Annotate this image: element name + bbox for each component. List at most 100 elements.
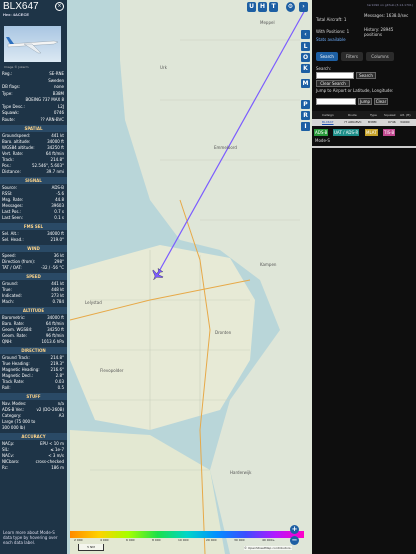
info-value: B38M [52,90,64,96]
side-button-l[interactable]: L [301,42,310,51]
info-row: Squawk: 0746 [2,110,64,116]
info-row: DB flags: none [2,84,64,90]
settings-icon[interactable]: ⚙ [286,2,295,12]
jump-input[interactable] [316,98,356,105]
legend-tick: 30 000 [234,538,245,542]
search-button[interactable]: Search [356,72,376,79]
aircraft-details-panel: BLX647 Hex: 4ACECE × Image © Jokerm Reg.… [0,0,67,554]
callsign: BLX647 [3,1,39,12]
info-value: BOEING 737 MAX 8 [25,97,64,102]
right-panel: tar1090 on github (3.14.1701) Total Airc… [312,0,416,554]
column-header[interactable]: Route [348,112,357,118]
detail-value: 186 m [51,465,64,470]
map-attribution[interactable]: © OpenStreetMap contributors. [244,546,292,550]
detail-row: Mach: 0.784 [2,299,64,305]
side-button-i[interactable]: I [301,122,310,131]
column-header[interactable]: Callsign [322,112,334,118]
place-label: Lelystad [85,300,102,305]
map-button-u[interactable]: U [247,2,256,12]
tab-filters[interactable]: Filters [341,52,363,61]
side-button-k[interactable]: K [301,64,310,73]
stats-link[interactable]: Stats available [316,37,346,42]
section-header-direction[interactable]: DIRECTION [0,347,67,354]
side-button-p[interactable]: P [301,100,310,109]
version-link[interactable]: tar1090 on github (3.14.1701) [367,3,413,7]
place-label: Emmeloord [214,145,237,150]
section-header-wind[interactable]: WIND [0,245,67,252]
panel-toggle-icon[interactable]: › [299,2,308,12]
history-count: History: 28945 positions [364,27,394,37]
info-value: L2J [58,103,64,109]
table-cell[interactable]: BLX647 [322,119,334,125]
detail-value: -32 / -56 °C [40,265,64,270]
detail-row: Roll: 0.5 [2,385,64,391]
column-header[interactable]: Squawk [384,112,396,118]
zoom-in-button[interactable]: + [290,525,299,534]
side-button-l[interactable]: ‹ [301,30,310,39]
hex-code: Hex: 4ACECE [3,12,30,17]
legend-tick: 2 000 [74,538,83,542]
zoom-out-button[interactable]: − [290,536,299,545]
table-cell: ?? ARN-BVC [344,120,362,124]
map-button-h[interactable]: H [258,2,267,12]
info-value: ?? ARN-BVC [40,116,64,122]
detail-value: 0.784 [52,299,64,304]
help-footnote: Learn more about Mode-S data type by hov… [3,530,58,545]
clear-button[interactable]: Clear [374,98,388,105]
detail-value: 1013.6 hPa [41,339,65,344]
tab-search[interactable]: Search [316,52,338,61]
column-header[interactable]: Alt. (ft) [400,112,411,118]
detail-key: Distance: [2,169,21,174]
section-header-fms[interactable]: FMS SEL [0,223,67,230]
section-header-signal[interactable]: SIGNAL [0,177,67,184]
place-label: Urk [160,65,167,70]
info-value: 0746 [53,110,64,115]
legend-tick: 6 000 [126,538,135,542]
source-badge-tisb: TIS-B [383,129,396,136]
detail-value: 39.7 nmi [46,169,64,174]
detail-row: 300 000 lb) [2,425,64,431]
aircraft-photo[interactable] [4,26,61,62]
clear-search-button[interactable]: Clear Search [316,80,350,87]
jump-button[interactable]: Jump [358,98,372,105]
messages-rate: Messages: 1638.0/sec [364,13,409,18]
mode-s-label: Mode-S [315,138,330,143]
detail-key: Last Seen: [2,215,23,220]
info-key: Squawk: [2,110,19,115]
info-value: Sweden [48,77,64,83]
column-header[interactable]: Type [370,112,377,118]
info-key: Type: [2,90,13,96]
detail-key: 300 000 lb) [2,425,26,430]
info-row: Type Desc.: L2J [2,104,64,110]
info-key: Type Desc.: [2,103,25,109]
place-label: Dronten [215,330,232,335]
section-header-speed[interactable]: SPEED [0,273,67,280]
detail-row: Sel. Head.: 219.0° [2,237,64,243]
side-button-o[interactable]: O [301,53,310,62]
side-button-r[interactable]: R [301,111,310,120]
detail-row: Last Seen: 0.1 s [2,215,64,221]
place-label: Harderwijk [230,470,252,475]
close-icon[interactable]: × [55,2,64,11]
photo-credit[interactable]: Image © Jokerm [4,65,29,69]
detail-key: QNH: [2,339,13,344]
detail-value: 0.5 [57,385,64,390]
place-label: Meppel [260,20,275,25]
total-aircraft: Total Aircraft: 1 [316,17,347,22]
tab-columns[interactable]: Columns [366,52,394,61]
map-button-t[interactable]: T [269,2,278,12]
detail-value: 0.1 s [54,215,64,220]
search-input[interactable] [316,72,354,79]
section-header-stuff[interactable]: STUFF [0,393,67,400]
detail-value: 219.0° [50,237,64,242]
side-button-m[interactable]: M [301,79,310,88]
detail-row: TAT / OAT: -32 / -56 °C [2,265,64,271]
detail-key: Sel. Head.: [2,237,24,242]
table-cell: 0746 [388,120,396,124]
section-header-accuracy[interactable]: ACCURACY [0,433,67,440]
section-header-altitude[interactable]: ALTITUDE [0,307,67,314]
section-header-spatial[interactable]: SPATIAL [0,125,67,132]
info-row: BOEING 737 MAX 8 [2,97,64,103]
legend-tick: 10 000 [178,538,189,542]
panel-header: BLX647 Hex: 4ACECE × [0,0,67,22]
